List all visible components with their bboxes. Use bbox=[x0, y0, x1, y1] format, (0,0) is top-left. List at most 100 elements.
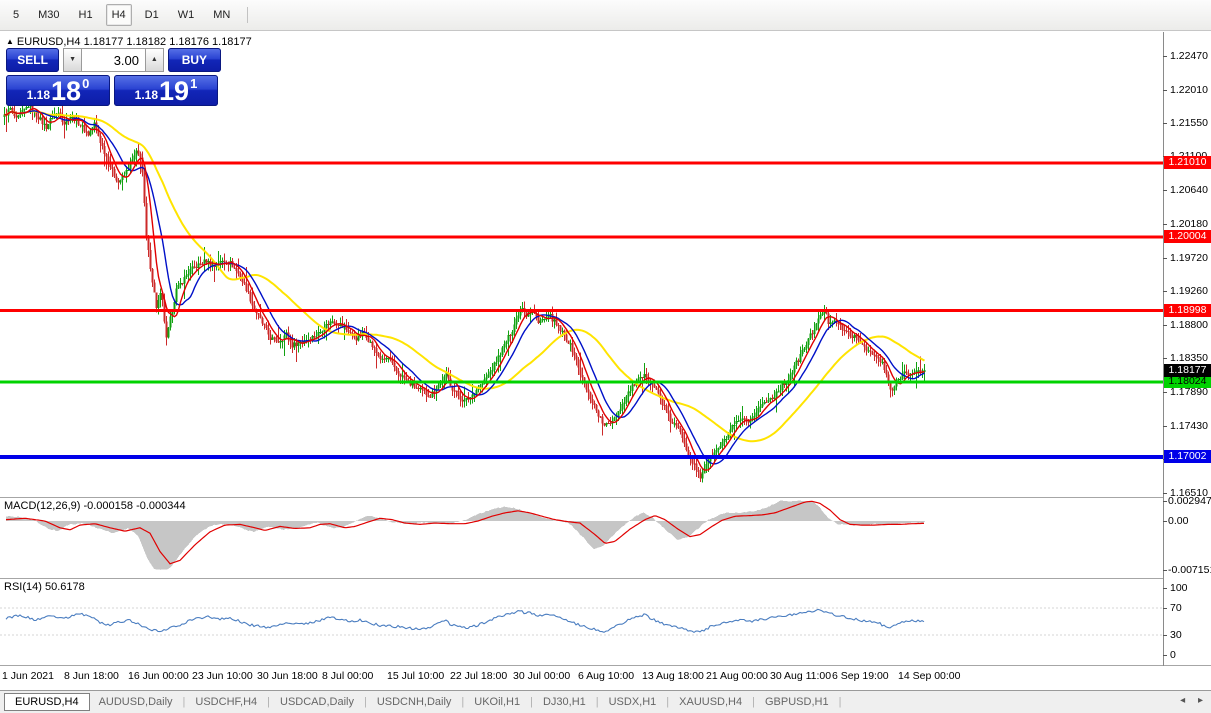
price-tick-label: 1.20180 bbox=[1170, 218, 1208, 230]
sell-button[interactable]: SELL bbox=[6, 48, 59, 72]
sell-price-display[interactable]: 1.18 18 0 bbox=[6, 75, 110, 106]
price-tick-label: 1.20640 bbox=[1170, 184, 1208, 196]
volume-decrease-button[interactable]: ▼ bbox=[63, 48, 82, 72]
price-tick bbox=[1163, 291, 1167, 292]
rsi-scale-label: 70 bbox=[1170, 602, 1182, 614]
price-tick bbox=[1163, 258, 1167, 259]
price-tick bbox=[1163, 493, 1167, 494]
macd-tick bbox=[1163, 570, 1167, 571]
macd-tick bbox=[1163, 501, 1167, 502]
level-price-label: 1.21010 bbox=[1164, 156, 1211, 169]
price-tick bbox=[1163, 358, 1167, 359]
toolbar-separator bbox=[247, 7, 248, 23]
time-axis-label: 8 Jul 00:00 bbox=[322, 670, 373, 682]
time-axis-label: 14 Sep 00:00 bbox=[898, 670, 960, 682]
time-axis-label: 30 Jul 00:00 bbox=[513, 670, 570, 682]
time-axis-label: 6 Sep 19:00 bbox=[832, 670, 889, 682]
chart-tab-audusd-daily[interactable]: AUDUSD,Daily bbox=[90, 694, 182, 710]
chart-window: ▲EURUSD,H4 1.18177 1.18182 1.18176 1.181… bbox=[0, 31, 1211, 690]
rsi-tick bbox=[1163, 635, 1167, 636]
level-price-label: 1.20004 bbox=[1164, 230, 1211, 243]
macd-scale-label: 0.00 bbox=[1168, 515, 1188, 527]
time-axis-label: 30 Aug 11:00 bbox=[770, 670, 831, 682]
chart-tab-bar: EURUSD,H4AUDUSD,Daily|USDCHF,H4|USDCAD,D… bbox=[0, 690, 1211, 713]
macd-scale-label: 0.002947 bbox=[1168, 495, 1211, 507]
chart-tab-eurusd-h4[interactable]: EURUSD,H4 bbox=[4, 693, 90, 711]
rsi-chart[interactable] bbox=[0, 578, 1163, 665]
time-axis-label: 21 Aug 00:00 bbox=[706, 670, 768, 682]
timeframe-button-m30[interactable]: M30 bbox=[32, 4, 65, 26]
rsi-scale-label: 30 bbox=[1170, 629, 1182, 641]
rsi-indicator-label: RSI(14) 50.6178 bbox=[4, 581, 85, 593]
buy-price-display[interactable]: 1.18 19 1 bbox=[114, 75, 218, 106]
rsi-tick bbox=[1163, 608, 1167, 609]
chart-tab-usdx-h1[interactable]: USDX,H1 bbox=[600, 694, 666, 710]
volume-increase-button[interactable]: ▲ bbox=[145, 48, 164, 72]
timeframe-toolbar: 5 M30 H1 H4 D1 W1 MN bbox=[0, 0, 1211, 31]
rsi-tick bbox=[1163, 588, 1167, 589]
price-tick-label: 1.21550 bbox=[1170, 117, 1208, 129]
price-tick-label: 1.18800 bbox=[1170, 319, 1208, 331]
chart-tab-gbpusd-h1[interactable]: GBPUSD,H1 bbox=[756, 694, 838, 710]
timeframe-button-w1[interactable]: W1 bbox=[172, 4, 201, 26]
macd-tick bbox=[1163, 521, 1167, 522]
one-click-trade-panel: SELL ▼ ▲ BUY 1.18 18 0 1.18 19 1 bbox=[6, 48, 221, 106]
chart-tab-usdcnh-daily[interactable]: USDCNH,Daily bbox=[368, 694, 461, 710]
timeframe-button-h1[interactable]: H1 bbox=[73, 4, 99, 26]
price-tick bbox=[1163, 325, 1167, 326]
price-tick-label: 1.19720 bbox=[1170, 252, 1208, 264]
price-tick bbox=[1163, 224, 1167, 225]
timeframe-button-mn[interactable]: MN bbox=[207, 4, 236, 26]
chart-tab-usdchf-h4[interactable]: USDCHF,H4 bbox=[186, 694, 266, 710]
price-tick-label: 1.22010 bbox=[1170, 84, 1208, 96]
chart-ohlc-quote: 1.18177 1.18182 1.18176 1.18177 bbox=[84, 36, 252, 48]
timeframe-button-d1[interactable]: D1 bbox=[139, 4, 165, 26]
price-tick bbox=[1163, 123, 1167, 124]
chart-tab-xauusd-h4[interactable]: XAUUSD,H4 bbox=[670, 694, 751, 710]
buy-price-big: 19 bbox=[159, 78, 189, 105]
tab-scroll-left-icon[interactable]: ◂ bbox=[1180, 695, 1185, 706]
chart-tab-ukoil-h1[interactable]: UKOil,H1 bbox=[465, 694, 529, 710]
time-axis-label: 8 Jun 18:00 bbox=[64, 670, 119, 682]
timeframe-button-5[interactable]: 5 bbox=[7, 4, 25, 26]
rsi-scale-label: 0 bbox=[1170, 649, 1176, 661]
price-tick bbox=[1163, 56, 1167, 57]
price-tick-label: 1.19260 bbox=[1170, 285, 1208, 297]
buy-button[interactable]: BUY bbox=[168, 48, 221, 72]
chart-tab-usdcad-daily[interactable]: USDCAD,Daily bbox=[271, 694, 363, 710]
level-price-label: 1.18998 bbox=[1164, 304, 1211, 317]
rsi-scale-label: 100 bbox=[1170, 582, 1188, 594]
tab-scroll-arrows: ◂ ▸ bbox=[1170, 695, 1203, 706]
chart-tab-dj30-h1[interactable]: DJ30,H1 bbox=[534, 694, 595, 710]
price-tick bbox=[1163, 90, 1167, 91]
time-axis-border bbox=[0, 665, 1211, 666]
macd-indicator-label: MACD(12,26,9) -0.000158 -0.000344 bbox=[4, 500, 186, 512]
sell-price-small: 1.18 bbox=[27, 88, 50, 102]
tab-scroll-right-icon[interactable]: ▸ bbox=[1198, 695, 1203, 706]
chart-title: ▲EURUSD,H4 1.18177 1.18182 1.18176 1.181… bbox=[6, 36, 252, 48]
macd-scale-label: -0.007151 bbox=[1168, 564, 1211, 576]
chart-symbol-label: EURUSD,H4 bbox=[17, 36, 81, 48]
sell-price-sup: 0 bbox=[82, 76, 89, 91]
price-tick-label: 1.18350 bbox=[1170, 352, 1208, 364]
price-tick bbox=[1163, 426, 1167, 427]
time-axis-label: 23 Jun 10:00 bbox=[192, 670, 253, 682]
time-axis-label: 6 Aug 10:00 bbox=[578, 670, 634, 682]
level-price-label: 1.17002 bbox=[1164, 450, 1211, 463]
price-tick bbox=[1163, 392, 1167, 393]
volume-input[interactable] bbox=[82, 48, 145, 72]
buy-price-sup: 1 bbox=[190, 76, 197, 91]
timeframe-button-h4[interactable]: H4 bbox=[106, 4, 132, 26]
rsi-tick bbox=[1163, 655, 1167, 656]
time-axis-label: 22 Jul 18:00 bbox=[450, 670, 507, 682]
collapse-triangle-icon[interactable]: ▲ bbox=[6, 37, 14, 46]
price-tick-label: 1.17430 bbox=[1170, 420, 1208, 432]
time-axis-label: 13 Aug 18:00 bbox=[642, 670, 704, 682]
price-tick-label: 1.22470 bbox=[1170, 50, 1208, 62]
time-axis-label: 1 Jun 2021 bbox=[2, 670, 54, 682]
current-price-label: 1.18177 bbox=[1164, 364, 1211, 377]
buy-price-small: 1.18 bbox=[135, 88, 158, 102]
price-tick bbox=[1163, 190, 1167, 191]
sell-price-big: 18 bbox=[51, 78, 81, 105]
time-axis-label: 15 Jul 10:00 bbox=[387, 670, 444, 682]
